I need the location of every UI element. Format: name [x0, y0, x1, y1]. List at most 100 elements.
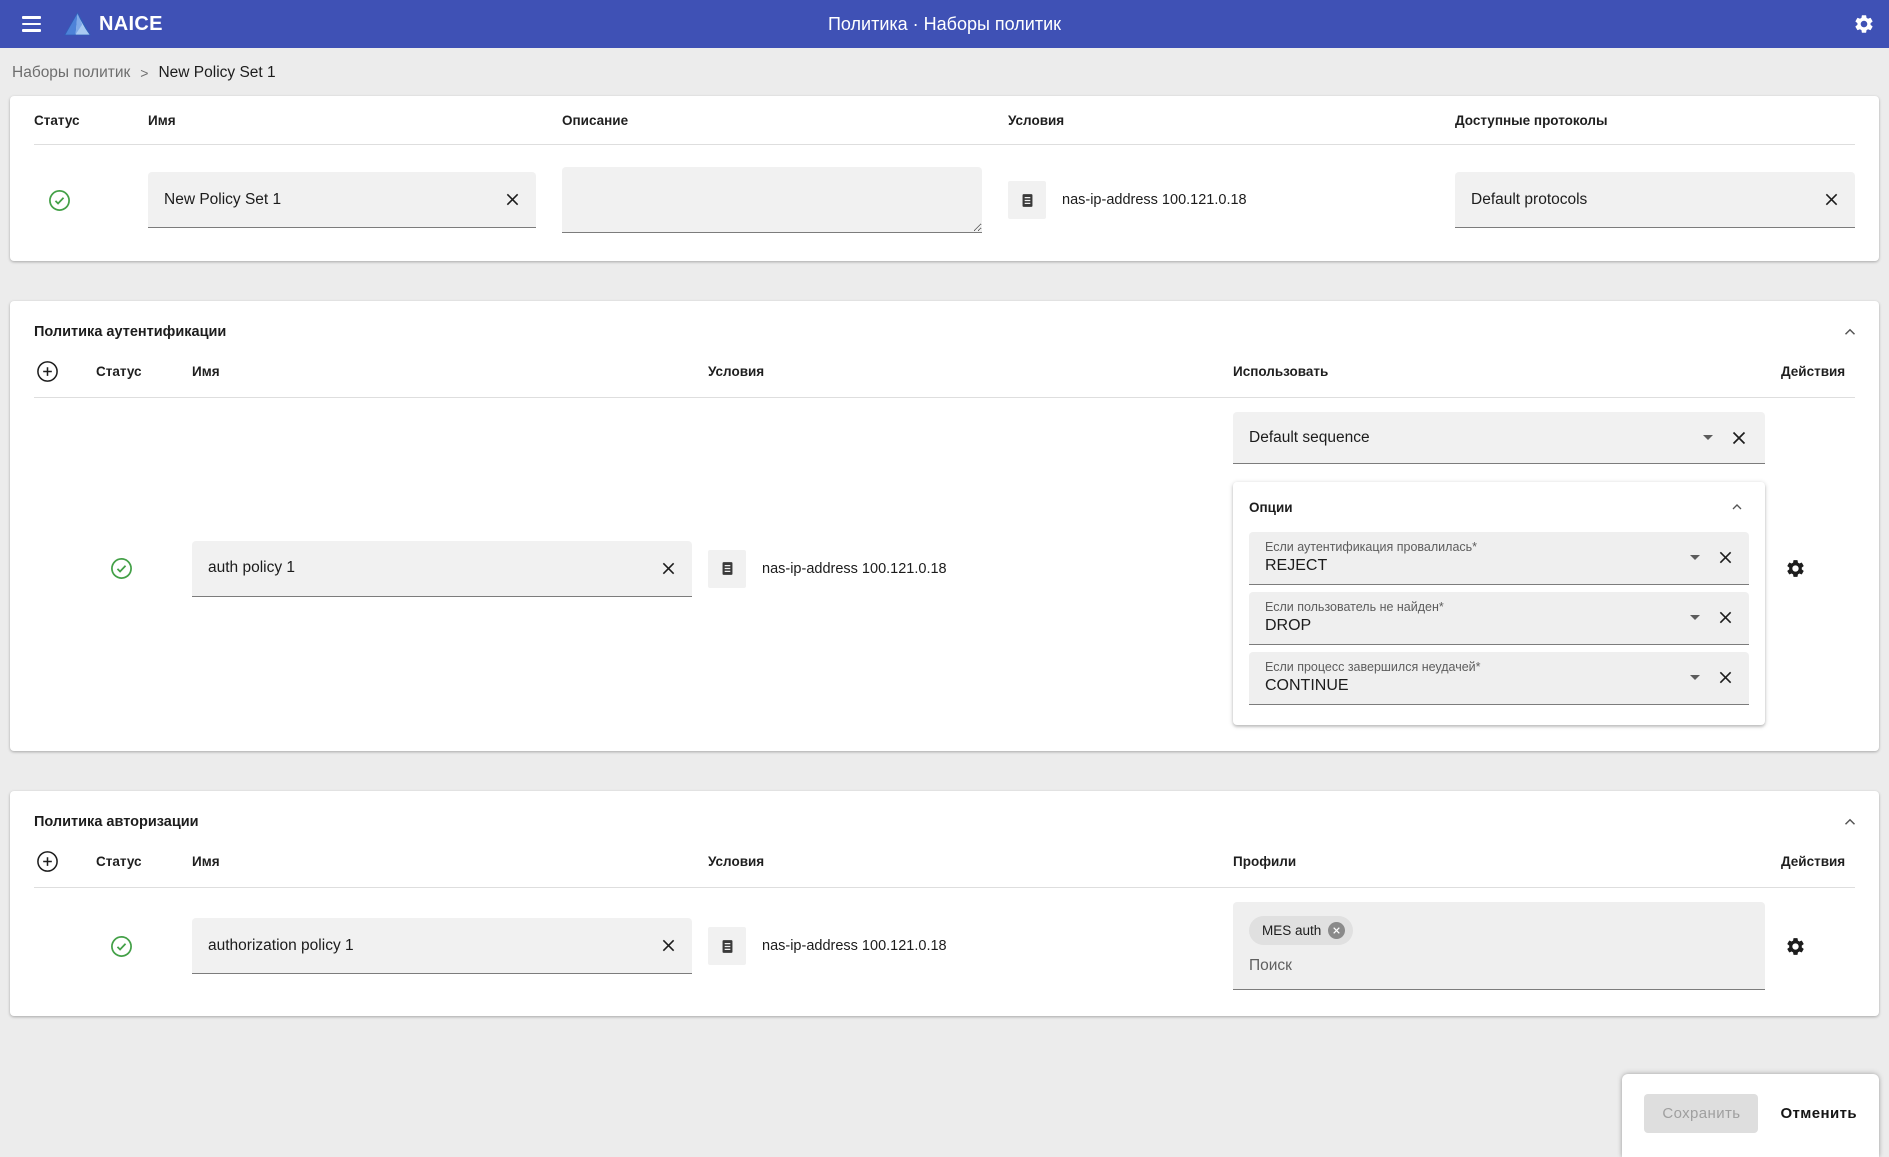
breadcrumb-separator: >	[140, 65, 148, 81]
option-value: CONTINUE	[1265, 677, 1481, 695]
option-label: Если пользователь не найден*	[1265, 600, 1444, 614]
app-bar: NAICE Политика · Наборы политик	[0, 0, 1889, 48]
dropdown-caret-icon	[1690, 555, 1700, 560]
breadcrumb: Наборы политик > New Policy Set 1	[0, 48, 1889, 96]
auth-section-title: Политика аутентификации	[34, 324, 226, 340]
footer-actions: Сохранить Отменить	[1622, 1074, 1879, 1157]
policy-set-card: Статус Имя Описание Условия Доступные пр…	[10, 96, 1879, 261]
clear-option-icon[interactable]	[1712, 544, 1739, 571]
policy-set-row: nas-ip-address 100.121.0.18 Default prot…	[10, 145, 1879, 261]
col-conditions: Условия	[708, 854, 1217, 869]
profile-chip: MES auth	[1249, 916, 1353, 945]
col-name: Имя	[192, 854, 692, 869]
authz-policy-condition: nas-ip-address 100.121.0.18	[708, 927, 1217, 965]
col-status: Статус	[96, 364, 176, 379]
authz-section-title: Политика авторизации	[34, 814, 199, 830]
collapse-authz-icon[interactable]	[1837, 809, 1863, 835]
auth-policy-condition: nas-ip-address 100.121.0.18	[708, 550, 1217, 588]
menu-icon[interactable]	[14, 7, 48, 41]
clear-option-icon[interactable]	[1712, 664, 1739, 691]
authz-row-actions-icon[interactable]	[1781, 932, 1810, 961]
collapse-options-icon[interactable]	[1725, 495, 1749, 519]
col-actions: Действия	[1781, 364, 1855, 379]
authentication-policy-card: Политика аутентификации Статус Имя Услов…	[10, 301, 1879, 751]
add-authz-policy-icon[interactable]	[34, 848, 80, 875]
col-name: Имя	[192, 364, 692, 379]
breadcrumb-parent-link[interactable]: Наборы политик	[12, 64, 130, 82]
authorization-policy-card: Политика авторизации Статус Имя Условия …	[10, 791, 1879, 1016]
condition-text: nas-ip-address 100.121.0.18	[762, 561, 947, 577]
auth-row-actions-icon[interactable]	[1781, 554, 1810, 583]
auth-policy-name-input[interactable]	[208, 559, 655, 577]
condition-list-icon[interactable]	[708, 927, 746, 965]
condition-list-icon[interactable]	[708, 550, 746, 588]
protocols-field[interactable]: Default protocols	[1455, 172, 1855, 228]
sequence-value: Default sequence	[1249, 429, 1697, 447]
option-value: REJECT	[1265, 557, 1477, 575]
col-actions: Действия	[1781, 854, 1855, 869]
status-ok-icon	[96, 557, 176, 580]
col-name: Имя	[148, 113, 536, 128]
protocols-value: Default protocols	[1471, 191, 1818, 209]
clear-sequence-icon[interactable]	[1725, 424, 1753, 452]
dropdown-caret-icon	[1690, 615, 1700, 620]
condition-text: nas-ip-address 100.121.0.18	[1062, 192, 1247, 208]
app-name: NAICE	[99, 13, 163, 36]
status-ok-icon	[96, 935, 176, 958]
policy-set-name-field[interactable]	[148, 172, 536, 228]
add-auth-policy-icon[interactable]	[34, 358, 80, 385]
policy-set-header-row: Статус Имя Описание Условия Доступные пр…	[10, 96, 1879, 144]
auth-header-row: Статус Имя Условия Использовать Действия	[10, 345, 1879, 397]
auth-use-column: Default sequence Опции Если аутентификац…	[1233, 412, 1765, 725]
page-title: Политика · Наборы политик	[828, 14, 1061, 35]
chip-remove-icon[interactable]	[1328, 922, 1345, 939]
policy-set-description-input[interactable]	[562, 167, 982, 233]
auth-policy-name-field[interactable]	[192, 541, 692, 597]
col-status: Статус	[96, 854, 176, 869]
col-conditions: Условия	[1008, 113, 1429, 128]
auth-policy-row: nas-ip-address 100.121.0.18 Default sequ…	[10, 398, 1879, 751]
policy-set-condition: nas-ip-address 100.121.0.18	[1008, 181, 1429, 219]
clear-option-icon[interactable]	[1712, 604, 1739, 631]
authz-header-row: Статус Имя Условия Профили Действия	[10, 835, 1879, 887]
options-header: Опции	[1249, 482, 1749, 532]
clear-name-icon[interactable]	[655, 932, 682, 959]
profiles-search-placeholder[interactable]: Поиск	[1249, 957, 1749, 975]
authz-policy-name-field[interactable]	[192, 918, 692, 974]
condition-list-icon[interactable]	[1008, 181, 1046, 219]
profiles-field[interactable]: MES auth Поиск	[1233, 902, 1765, 990]
authz-section-header: Политика авторизации	[10, 791, 1879, 835]
col-description: Описание	[562, 113, 982, 128]
policy-set-name-input[interactable]	[164, 191, 499, 209]
col-profiles: Профили	[1233, 854, 1765, 869]
settings-icon[interactable]	[1853, 13, 1875, 35]
breadcrumb-current: New Policy Set 1	[158, 64, 275, 82]
profile-chip-label: MES auth	[1262, 923, 1321, 938]
collapse-auth-icon[interactable]	[1837, 319, 1863, 345]
clear-name-icon[interactable]	[655, 555, 682, 582]
sequence-select[interactable]: Default sequence	[1233, 412, 1765, 464]
col-status: Статус	[34, 113, 122, 128]
clear-protocols-icon[interactable]	[1818, 186, 1845, 213]
authz-policy-row: nas-ip-address 100.121.0.18 MES auth Пои…	[10, 888, 1879, 1016]
dropdown-caret-icon	[1703, 435, 1713, 440]
options-card: Опции Если аутентификация провалилась* R…	[1233, 482, 1765, 725]
options-title: Опции	[1249, 500, 1293, 515]
auth-section-header: Политика аутентификации	[10, 301, 1879, 345]
cancel-button[interactable]: Отменить	[1780, 1105, 1857, 1122]
option-auth-failed-select[interactable]: Если аутентификация провалилась* REJECT	[1249, 532, 1749, 585]
option-label: Если аутентификация провалилась*	[1265, 540, 1477, 554]
save-button[interactable]: Сохранить	[1644, 1094, 1758, 1133]
option-user-not-found-select[interactable]: Если пользователь не найден* DROP	[1249, 592, 1749, 645]
dropdown-caret-icon	[1690, 675, 1700, 680]
col-use: Использовать	[1233, 364, 1765, 379]
col-conditions: Условия	[708, 364, 1217, 379]
condition-text: nas-ip-address 100.121.0.18	[762, 938, 947, 954]
brand: NAICE	[64, 12, 163, 37]
authz-policy-name-input[interactable]	[208, 937, 655, 955]
clear-name-icon[interactable]	[499, 186, 526, 213]
status-ok-icon	[34, 189, 122, 212]
option-process-failed-select[interactable]: Если процесс завершился неудачей* CONTIN…	[1249, 652, 1749, 705]
option-label: Если процесс завершился неудачей*	[1265, 660, 1481, 674]
logo-icon	[64, 12, 91, 37]
